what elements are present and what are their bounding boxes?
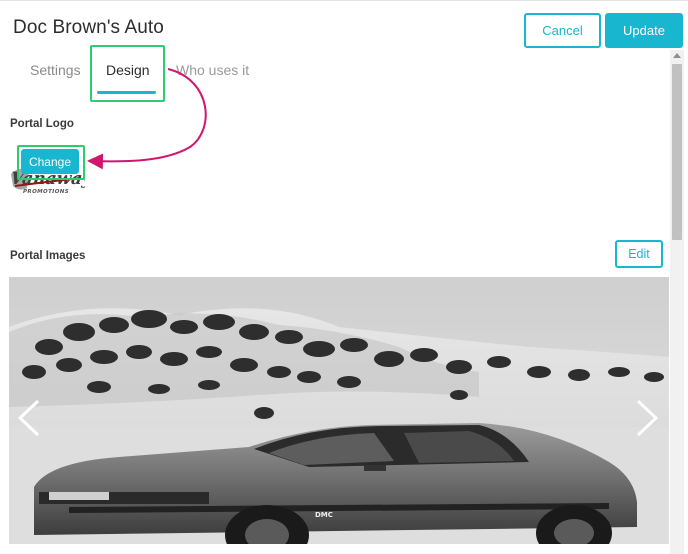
- portal-logo-label: Portal Logo: [10, 118, 74, 130]
- window-top-border: [0, 0, 688, 1]
- edit-images-button[interactable]: Edit: [615, 240, 663, 268]
- tab-who-uses-it[interactable]: Who uses it: [176, 62, 249, 78]
- tab-settings[interactable]: Settings: [30, 62, 81, 78]
- chevron-left-icon[interactable]: [14, 398, 44, 438]
- scroll-up-arrow-icon[interactable]: [673, 53, 681, 58]
- change-button-highlight-box: [17, 145, 85, 180]
- car-badge: DMC: [315, 511, 333, 519]
- portal-images-label: Portal Images: [10, 250, 86, 262]
- vertical-scrollbar[interactable]: [670, 50, 684, 554]
- cancel-button[interactable]: Cancel: [524, 13, 601, 48]
- update-button[interactable]: Update: [605, 13, 683, 48]
- page-title: Doc Brown's Auto: [13, 17, 164, 38]
- scrollbar-thumb[interactable]: [672, 64, 682, 240]
- logo-subtext: PROMOTIONS: [23, 189, 69, 195]
- delorean-photo: DMC: [9, 277, 669, 544]
- design-tab-highlight-box: [90, 45, 165, 102]
- portal-image-carousel: DMC: [9, 277, 669, 544]
- chevron-right-icon[interactable]: [632, 398, 662, 438]
